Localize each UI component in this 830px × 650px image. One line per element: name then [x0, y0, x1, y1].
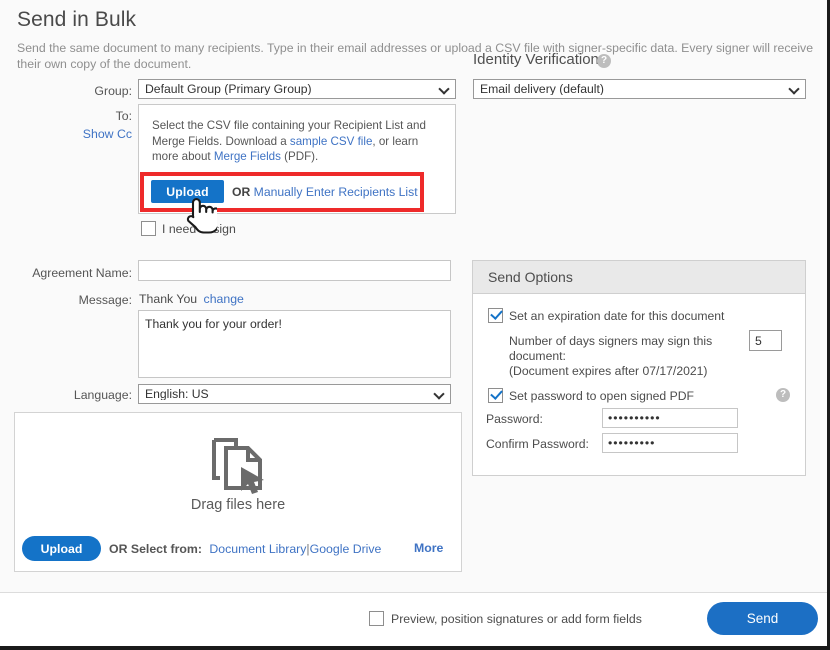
message-textarea[interactable]: Thank you for your order! [138, 310, 451, 378]
sample-csv-link[interactable]: sample CSV file [290, 135, 372, 148]
agreement-name-label: Agreement Name: [20, 266, 132, 280]
language-label: Language: [20, 388, 132, 402]
days-to-sign-label: Number of days signers may sign this doc… [509, 334, 724, 379]
set-password-label: Set password to open signed PDF [509, 389, 694, 404]
page-subtitle: Send the same document to many recipient… [17, 40, 817, 72]
group-label: Group: [47, 84, 132, 98]
show-cc-link[interactable]: Show Cc [47, 127, 132, 141]
upload-recipients-button[interactable]: Upload [151, 180, 224, 203]
message-change-link[interactable]: change [204, 292, 244, 306]
message-template-row: Thank You change [139, 292, 244, 306]
recipients-instructions: Select the CSV file containing your Reci… [152, 118, 442, 165]
or-select-from-text: OR Select from: [109, 542, 202, 556]
password-input[interactable] [602, 408, 738, 428]
expiration-date-checkbox[interactable] [488, 308, 503, 323]
more-link[interactable]: More [414, 541, 443, 555]
confirm-password-label: Confirm Password: [486, 437, 589, 452]
set-password-checkbox[interactable] [488, 388, 503, 403]
set-password-help-icon[interactable]: ? [776, 388, 790, 402]
i-need-to-sign-label: I need to sign [162, 222, 236, 236]
days-to-sign-input[interactable] [749, 330, 782, 351]
google-drive-link[interactable]: Google Drive [310, 542, 382, 556]
days-to-sign-line1: Number of days signers may sign this [509, 334, 712, 348]
or-text: OR [232, 185, 250, 199]
preview-checkbox[interactable] [369, 611, 384, 626]
to-label: To: [47, 109, 132, 123]
identity-verification-title: Identity Verification [473, 51, 599, 68]
page-title: Send in Bulk [17, 8, 136, 32]
select-from-row: OR Select from: Document Library|Google … [109, 542, 381, 556]
language-select[interactable]: English: US [138, 384, 451, 404]
preview-label: Preview, position signatures or add form… [391, 612, 642, 626]
message-template-name: Thank You [139, 292, 197, 306]
recipients-instructions-line2a: Download a [225, 135, 289, 148]
recipients-instructions-line3: (PDF). [284, 150, 318, 163]
send-button[interactable]: Send [707, 602, 818, 635]
message-label: Message: [20, 293, 132, 307]
days-to-sign-line2: document: [509, 349, 566, 363]
merge-fields-link[interactable]: Merge Fields [214, 150, 281, 163]
identity-verification-help-icon[interactable]: ? [597, 54, 611, 68]
or-manual-entry-text: OR Manually Enter Recipients List [232, 185, 418, 199]
upload-file-button[interactable]: Upload [22, 536, 101, 561]
send-options-header: Send Options [473, 261, 805, 294]
agreement-name-input[interactable] [138, 260, 451, 281]
send-in-bulk-page: Send in Bulk Send the same document to m… [0, 0, 830, 650]
group-select[interactable]: Default Group (Primary Group) [138, 79, 456, 99]
drag-files-icon [208, 434, 270, 496]
identity-verification-select[interactable]: Email delivery (default) [473, 79, 806, 99]
i-need-to-sign-checkbox[interactable] [141, 221, 156, 236]
drag-files-label: Drag files here [0, 497, 476, 513]
manually-enter-recipients-link[interactable]: Manually Enter Recipients List [254, 185, 418, 199]
days-to-sign-line3: (Document expires after 07/17/2021) [509, 364, 708, 378]
document-library-link[interactable]: Document Library [209, 542, 306, 556]
confirm-password-input[interactable] [602, 433, 738, 453]
send-options-title: Send Options [488, 269, 573, 285]
expiration-date-label: Set an expiration date for this document [509, 309, 724, 324]
password-field-label: Password: [486, 412, 543, 427]
